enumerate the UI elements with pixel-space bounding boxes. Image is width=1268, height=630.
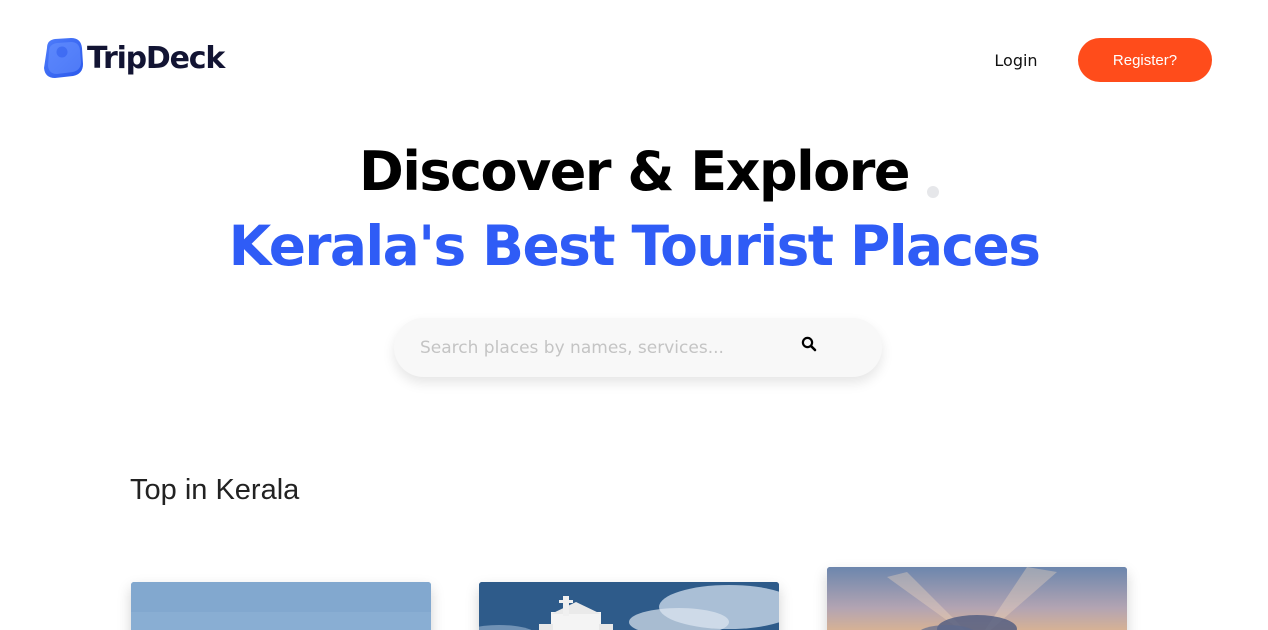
place-card[interactable]: [479, 582, 779, 630]
place-card[interactable]: [131, 582, 431, 630]
map-pin-icon: [41, 36, 85, 80]
search-input[interactable]: [420, 332, 760, 363]
search-icon[interactable]: [800, 335, 818, 353]
typing-cursor-dot: [927, 186, 939, 198]
section-title: Top in Kerala: [130, 474, 300, 506]
place-card[interactable]: [827, 567, 1127, 630]
hero-subtitle: Kerala's Best Tourist Places: [228, 214, 1041, 278]
login-link[interactable]: Login: [985, 48, 1047, 74]
hero-title: Discover & Explore: [359, 140, 910, 203]
register-button[interactable]: Register?: [1078, 38, 1212, 82]
church-with-clouds-photo: [479, 582, 779, 630]
top-navbar: TripDeck Login Register?: [0, 0, 1268, 120]
brand-logo[interactable]: TripDeck: [41, 36, 225, 80]
brand-name: TripDeck: [87, 40, 225, 76]
blue-sky-photo: [131, 582, 431, 630]
sunset-clouds-photo: [827, 567, 1127, 630]
